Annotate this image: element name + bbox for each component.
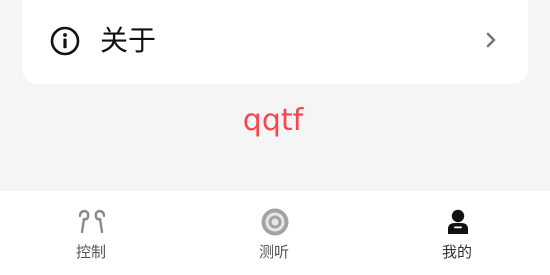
tab-mine-label: 我的 <box>441 243 472 261</box>
tab-mine[interactable]: 我的 <box>397 191 517 275</box>
info-icon <box>50 26 80 56</box>
tab-listen-label: 测听 <box>258 243 289 261</box>
tab-listen[interactable]: 测听 <box>214 191 334 275</box>
about-row[interactable]: 关于 <box>22 0 528 84</box>
settings-card: 关于 <box>22 0 528 84</box>
brand-text: qqtf <box>242 103 304 138</box>
tab-bar: 控制 测听 我的 <box>0 191 550 275</box>
hearing-test-icon <box>261 208 289 236</box>
chevron-right-icon <box>486 32 496 48</box>
earbuds-icon <box>78 209 106 234</box>
about-label: 关于 <box>100 24 157 57</box>
tab-control[interactable]: 控制 <box>31 191 151 275</box>
tab-control-label: 控制 <box>75 243 106 261</box>
user-icon <box>448 209 468 234</box>
